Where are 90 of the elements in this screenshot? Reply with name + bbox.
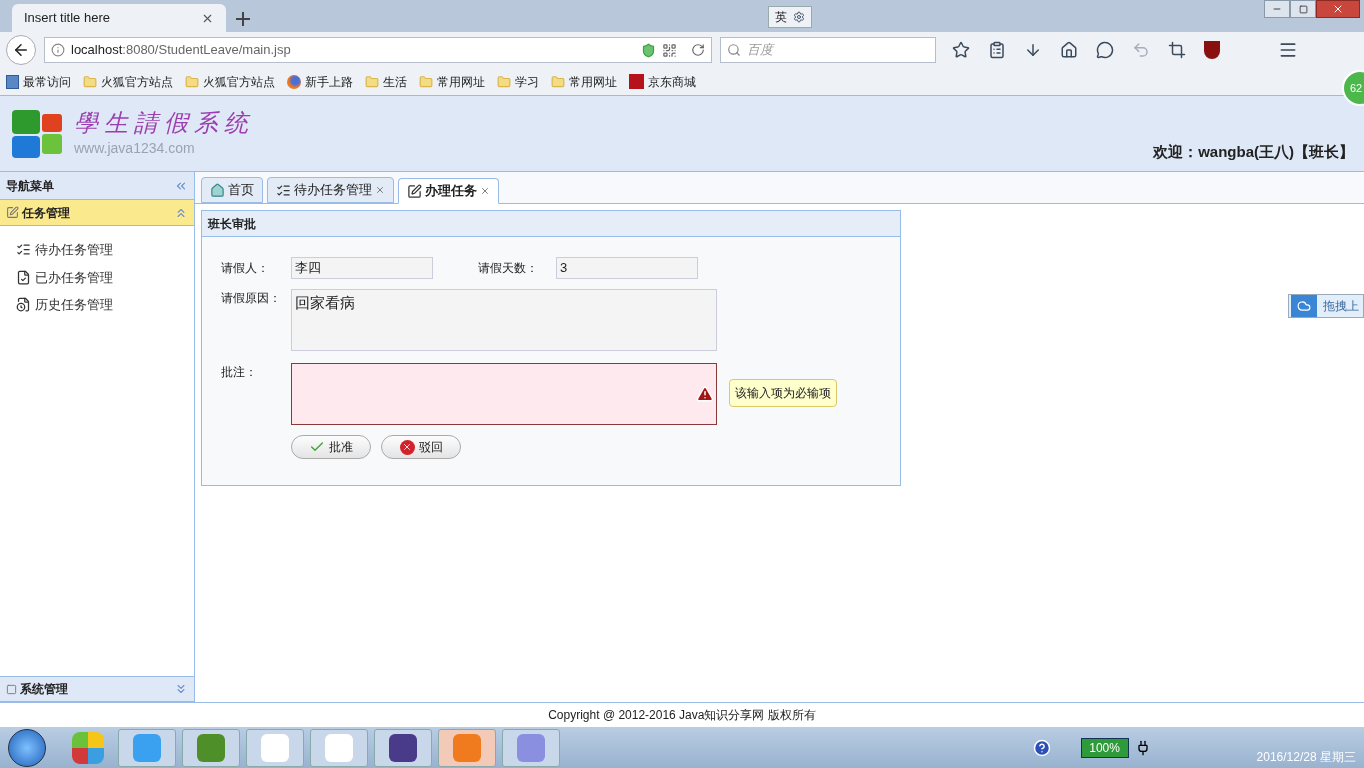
download-icon[interactable] [1024, 41, 1042, 59]
close-icon [1332, 3, 1344, 15]
bookmark-item[interactable]: 常用网址 [551, 72, 617, 91]
approve-button[interactable]: 批准 [291, 435, 371, 459]
address-bar[interactable]: localhost:8080/StudentLeave/main.jsp [44, 37, 712, 63]
new-tab-button[interactable] [236, 12, 250, 26]
taskbar-app-button[interactable] [374, 728, 432, 767]
close-icon[interactable] [480, 186, 490, 196]
bookmark-item[interactable]: 火狐官方站点 [185, 72, 275, 91]
bookmark-item[interactable]: 学习 [497, 72, 539, 91]
field-label: 请假原因： [221, 290, 282, 307]
restore-icon [1298, 4, 1308, 14]
menu-item[interactable]: 历史任务管理 [16, 295, 194, 315]
cancel-icon [399, 439, 415, 455]
reject-button[interactable]: 驳回 [381, 435, 461, 459]
menu-icon[interactable] [1278, 40, 1298, 60]
footer: Copyright @ 2012-2016 Java知识分享网 版权所有 [0, 702, 1364, 727]
maximize-button[interactable] [1290, 0, 1316, 18]
back-icon [12, 41, 30, 59]
comment-field[interactable] [291, 363, 717, 425]
page-tab[interactable]: 办理任务 [398, 178, 499, 204]
page-tab[interactable]: 待办任务管理 [267, 177, 394, 203]
start-button[interactable] [8, 728, 46, 767]
battery-indicator: 100% [1080, 737, 1129, 758]
site-url: www.java1234.com [74, 139, 196, 158]
shield-icon[interactable] [1204, 41, 1220, 59]
welcome-text: 欢迎：wangba(王八)【班长】 [1153, 141, 1354, 162]
bookmark-item[interactable]: 常用网址 [419, 72, 485, 91]
menu-item[interactable]: 待办任务管理 [16, 240, 194, 260]
qr-code-icon [662, 42, 677, 58]
close-icon[interactable] [375, 185, 385, 195]
bookmark-item[interactable]: 新手上路 [287, 72, 353, 91]
accordion-header[interactable]: 系统管理 [0, 676, 194, 702]
clock-date: 2016/12/28 星期三 [1256, 749, 1356, 766]
bookmark-item[interactable]: 最常访问 [6, 72, 71, 91]
accordion-header[interactable]: 任务管理 [0, 200, 194, 226]
help-icon[interactable] [1032, 738, 1051, 757]
folder-icon [365, 74, 379, 89]
clipboard-icon[interactable] [988, 41, 1006, 59]
field-label: 批注： [221, 364, 258, 381]
reload-icon[interactable] [691, 43, 705, 57]
bookmark-item[interactable]: 京东商城 [629, 72, 696, 91]
bookmark-item[interactable]: 生活 [365, 72, 407, 91]
edit-icon [6, 206, 19, 219]
folder-icon [185, 74, 199, 89]
edit-icon [407, 183, 422, 199]
page-tab[interactable]: 首页 [201, 177, 263, 203]
shield-icon [641, 42, 656, 58]
bookmark-item[interactable]: 火狐官方站点 [83, 72, 173, 91]
cloud-icon [1291, 295, 1317, 317]
ime-toolbar[interactable]: 英 [768, 6, 812, 28]
panel-header: 班长审批 [202, 211, 900, 237]
field-label: 请假人： [221, 260, 270, 277]
app-icon[interactable] [72, 731, 104, 764]
home-icon[interactable] [1060, 41, 1078, 59]
home-icon [210, 182, 225, 198]
checklist-icon [16, 242, 31, 258]
section-title: 系统管理 [20, 681, 68, 698]
folder-icon [497, 74, 511, 89]
applicant-field[interactable]: 李四 [291, 257, 433, 279]
reason-field[interactable]: 回家看病 [291, 289, 717, 351]
document-icon [16, 297, 31, 313]
validation-tooltip: 该输入项为必输项 [729, 379, 837, 407]
info-icon [51, 43, 65, 57]
settings-icon[interactable] [793, 11, 805, 23]
browser-tab[interactable]: Insert title here [12, 4, 226, 32]
crop-icon[interactable] [1168, 41, 1186, 59]
folder-icon [419, 74, 433, 89]
menu-item[interactable]: 已办任务管理 [16, 267, 194, 287]
counter-badge: 62 [1342, 70, 1364, 106]
folder-icon [83, 74, 97, 89]
back-button[interactable] [6, 35, 36, 65]
checklist-icon [276, 182, 291, 198]
section-title: 任务管理 [22, 204, 70, 222]
warning-icon [696, 385, 714, 403]
document-icon [16, 269, 31, 285]
star-icon[interactable] [952, 41, 970, 59]
upload-widget[interactable]: 拖拽上 [1288, 294, 1364, 318]
globe-icon [287, 74, 301, 89]
days-field[interactable]: 3 [556, 257, 698, 279]
sidebar-header: 导航菜单 [0, 172, 194, 200]
field-label: 请假天数： [478, 260, 539, 277]
search-icon [727, 43, 741, 57]
square-icon [6, 683, 17, 695]
folder-icon [551, 74, 565, 89]
logo-icon [629, 74, 644, 89]
page-icon [6, 74, 19, 89]
taskbar-app-button[interactable] [182, 728, 240, 767]
chat-icon[interactable] [1096, 41, 1114, 59]
app-title: 學生請假系统 [74, 108, 254, 138]
